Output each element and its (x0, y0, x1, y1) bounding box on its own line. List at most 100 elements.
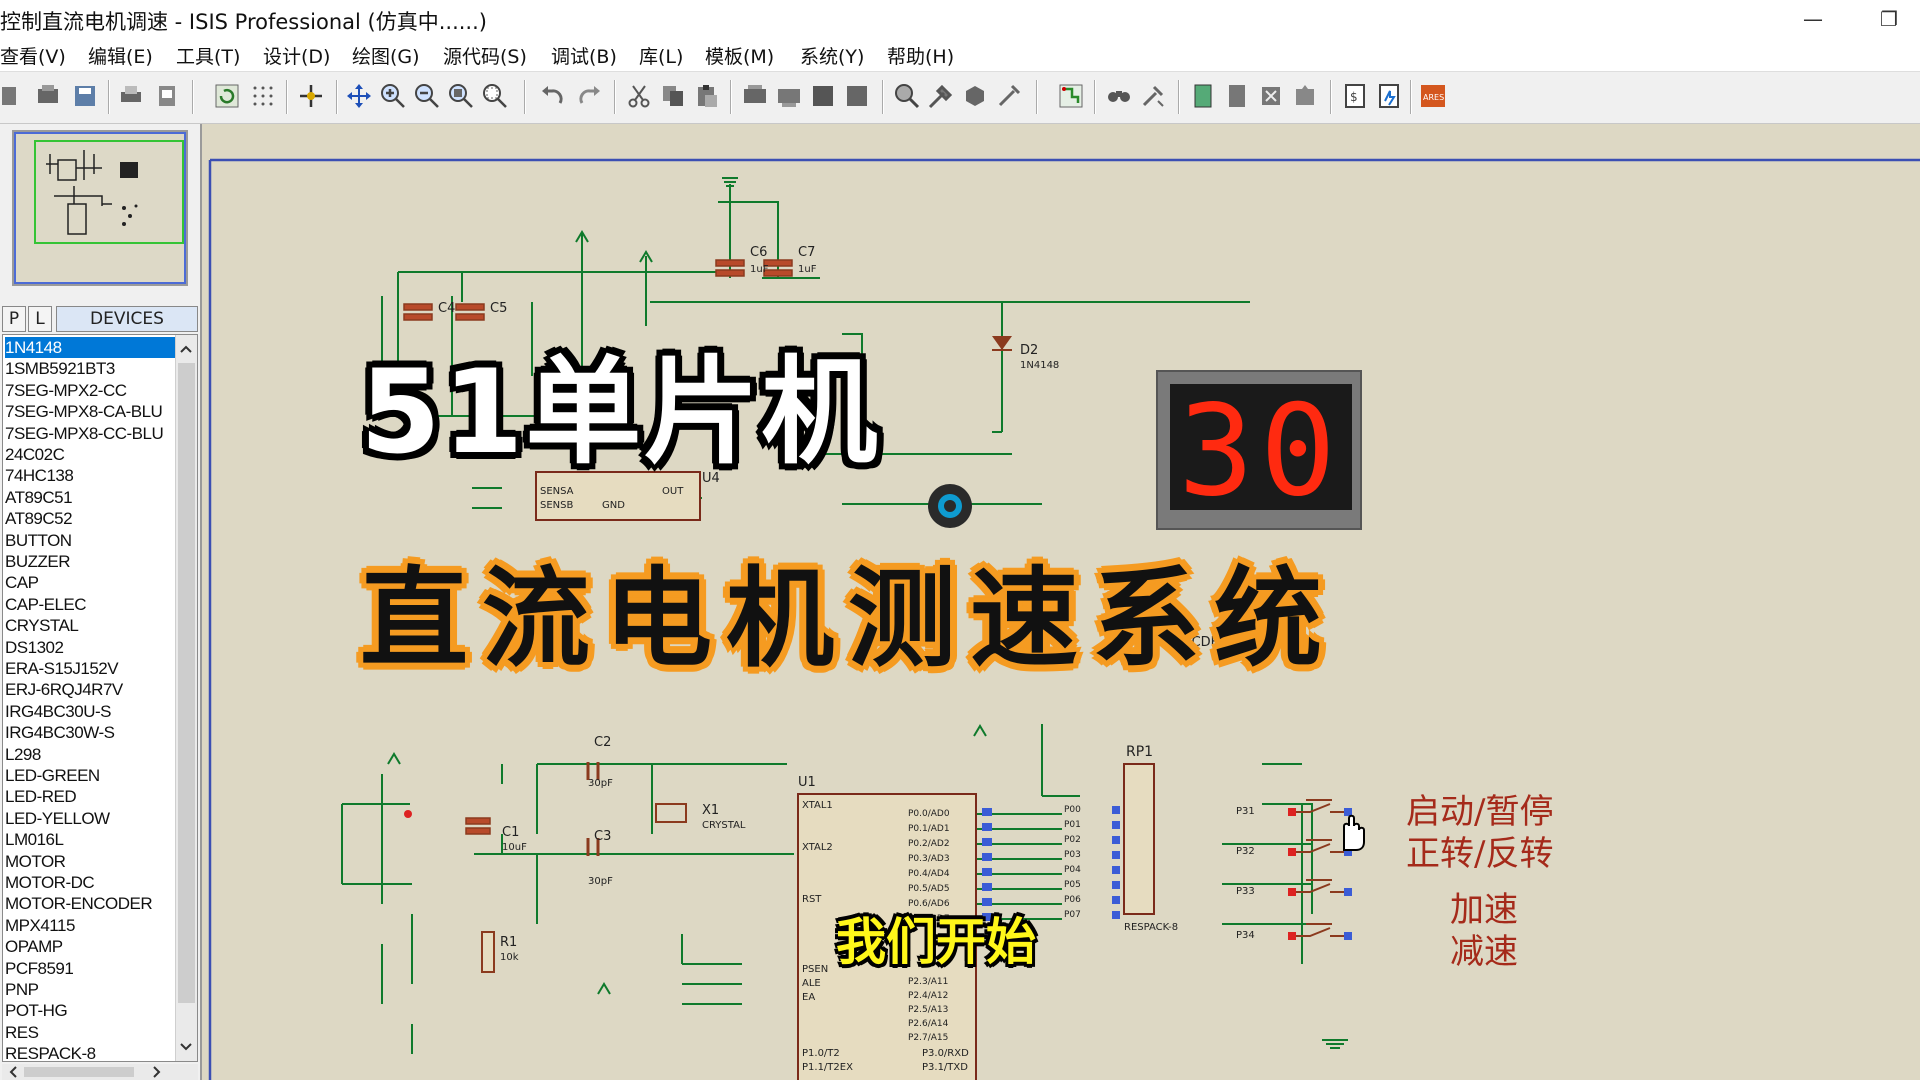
c1-label: C1 (502, 825, 519, 840)
menu-graph[interactable]: 绘图(G) (352, 42, 420, 69)
block-rotate-icon[interactable] (810, 83, 836, 109)
tab-devices[interactable]: DEVICES (56, 306, 198, 332)
zoom-out-icon[interactable] (414, 83, 440, 109)
menu-library[interactable]: 库(L) (639, 42, 683, 69)
device-list-item[interactable]: 1SMB5921BT3 (5, 358, 175, 379)
device-list-item[interactable]: LED-YELLOW (5, 808, 175, 829)
menu-design[interactable]: 设计(D) (263, 42, 330, 69)
device-list-item[interactable]: ERA-S15J152V (5, 658, 175, 679)
exit-parent-icon[interactable] (1258, 83, 1284, 109)
make-device-icon[interactable] (928, 83, 954, 109)
device-list-item[interactable]: LED-RED (5, 786, 175, 807)
block-move-icon[interactable] (776, 83, 802, 109)
device-list-item[interactable]: OPAMP (5, 936, 175, 957)
open-icon[interactable] (36, 83, 62, 109)
device-list-item[interactable]: MOTOR-DC (5, 872, 175, 893)
search-tag-icon[interactable] (1106, 83, 1132, 109)
origin-icon[interactable] (298, 83, 324, 109)
device-list-item[interactable]: MOTOR-ENCODER (5, 893, 175, 914)
undo-icon[interactable] (540, 83, 566, 109)
new-sheet-page-icon[interactable] (1190, 83, 1216, 109)
menu-system[interactable]: 系统(Y) (800, 42, 864, 69)
device-list-item[interactable]: LM016L (5, 829, 175, 850)
restore-button[interactable]: ❐ (1872, 4, 1906, 34)
menu-tools[interactable]: 工具(T) (176, 42, 240, 69)
u1-pin-label: P2.7/A15 (908, 1033, 948, 1043)
device-list-item[interactable]: LED-GREEN (5, 765, 175, 786)
minimize-button[interactable]: — (1796, 4, 1830, 34)
scroll-down-arrow-icon[interactable] (176, 1035, 196, 1059)
refresh-icon[interactable] (214, 83, 240, 109)
tab-library[interactable]: L (28, 306, 52, 332)
device-list-item[interactable]: BUTTON (5, 530, 175, 551)
device-list-item[interactable]: 1N4148 (5, 337, 175, 358)
menu-debug[interactable]: 调试(B) (551, 42, 617, 69)
tab-pick[interactable]: P (2, 306, 26, 332)
device-list-scrollbar[interactable] (175, 335, 197, 1061)
electrical-check-icon[interactable]: $ (1342, 83, 1368, 109)
print-area-icon[interactable] (154, 83, 180, 109)
pick-device-icon[interactable] (894, 83, 920, 109)
menu-template[interactable]: 模板(M) (705, 42, 774, 69)
device-list-item[interactable]: CAP-ELEC (5, 594, 175, 615)
menu-source[interactable]: 源代码(S) (443, 42, 527, 69)
device-list-item[interactable]: AT89C51 (5, 487, 175, 508)
bill-of-materials-icon[interactable] (1292, 83, 1318, 109)
overview-window[interactable] (12, 130, 188, 286)
zoom-in-icon[interactable] (380, 83, 406, 109)
save-icon[interactable] (72, 83, 98, 109)
device-list-item[interactable]: 7SEG-MPX2-CC (5, 380, 175, 401)
menu-help[interactable]: 帮助(H) (887, 42, 954, 69)
scroll-up-arrow-icon[interactable] (176, 337, 196, 361)
property-tool-icon[interactable] (1140, 83, 1166, 109)
device-list-item[interactable]: PNP (5, 979, 175, 1000)
device-list-item[interactable]: AT89C52 (5, 508, 175, 529)
device-list-item[interactable]: L298 (5, 744, 175, 765)
grid-icon[interactable] (250, 83, 276, 109)
paste-icon[interactable] (694, 83, 720, 109)
pushbutton-switch[interactable] (1296, 879, 1344, 893)
block-copy-icon[interactable] (742, 83, 768, 109)
new-sheet-icon[interactable] (0, 83, 26, 109)
device-list-item[interactable]: IRG4BC30U-S (5, 701, 175, 722)
device-list-item[interactable]: BUZZER (5, 551, 175, 572)
netlist-icon[interactable] (1376, 83, 1402, 109)
package-icon[interactable] (962, 83, 988, 109)
device-list-item[interactable]: MOTOR (5, 851, 175, 872)
remove-sheet-icon[interactable] (1224, 83, 1250, 109)
device-list-item[interactable]: 7SEG-MPX8-CC-BLU (5, 423, 175, 444)
c4-label: C4 (438, 301, 455, 316)
print-icon[interactable] (118, 83, 144, 109)
menu-view[interactable]: 查看(V) (0, 42, 66, 69)
wire-autoroute-icon[interactable] (1058, 83, 1084, 109)
device-list-item[interactable]: POT-HG (5, 1000, 175, 1021)
device-list-item[interactable]: CRYSTAL (5, 615, 175, 636)
cut-icon[interactable] (626, 83, 652, 109)
device-list-item[interactable]: DS1302 (5, 637, 175, 658)
redo-icon[interactable] (576, 83, 602, 109)
zoom-all-icon[interactable] (448, 83, 474, 109)
pushbutton-switch[interactable] (1296, 923, 1344, 937)
device-list-item[interactable]: MPX4115 (5, 915, 175, 936)
device-list-hscroll[interactable] (2, 1064, 198, 1080)
zoom-area-icon[interactable] (482, 83, 508, 109)
device-list-item[interactable]: 24C02C (5, 444, 175, 465)
device-list-item[interactable]: 74HC138 (5, 465, 175, 486)
pan-icon[interactable] (346, 83, 372, 109)
device-list-item[interactable]: 7SEG-MPX8-CA-BLU (5, 401, 175, 422)
block-delete-icon[interactable] (844, 83, 870, 109)
device-list[interactable]: 1N4148 1SMB5921BT3 7SEG-MPX2-CC 7SEG-MPX8-C… (2, 334, 198, 1062)
menu-edit[interactable]: 编辑(E) (88, 42, 153, 69)
device-list-item[interactable]: PCF8591 (5, 958, 175, 979)
device-list-item[interactable]: RESPACK-8 (5, 1043, 175, 1061)
device-list-item[interactable]: RES (5, 1022, 175, 1043)
decompose-icon[interactable] (996, 83, 1022, 109)
device-list-item[interactable]: IRG4BC30W-S (5, 722, 175, 743)
u1-pin-label: P2.6/A14 (908, 1019, 949, 1029)
menu-bar: 查看(V) 编辑(E) 工具(T) 设计(D) 绘图(G) 源代码(S) 调试(… (0, 38, 1920, 72)
device-list-item[interactable]: CAP (5, 572, 175, 593)
copy-icon[interactable] (660, 83, 686, 109)
ares-icon[interactable]: ARES (1420, 83, 1446, 109)
device-list-item[interactable]: ERJ-6RQJ4R7V (5, 679, 175, 700)
device-list-scroll-thumb[interactable] (178, 363, 195, 1003)
